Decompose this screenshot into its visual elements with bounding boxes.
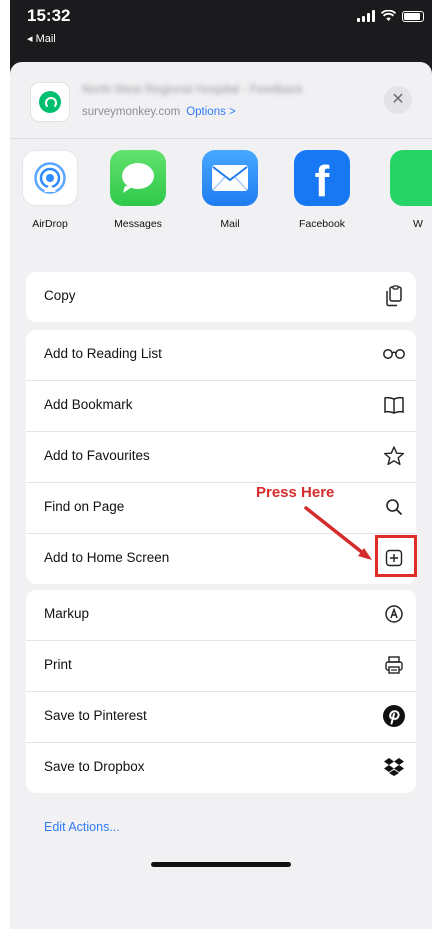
highlight-box xyxy=(375,535,417,577)
annotation-arrow xyxy=(304,506,372,560)
